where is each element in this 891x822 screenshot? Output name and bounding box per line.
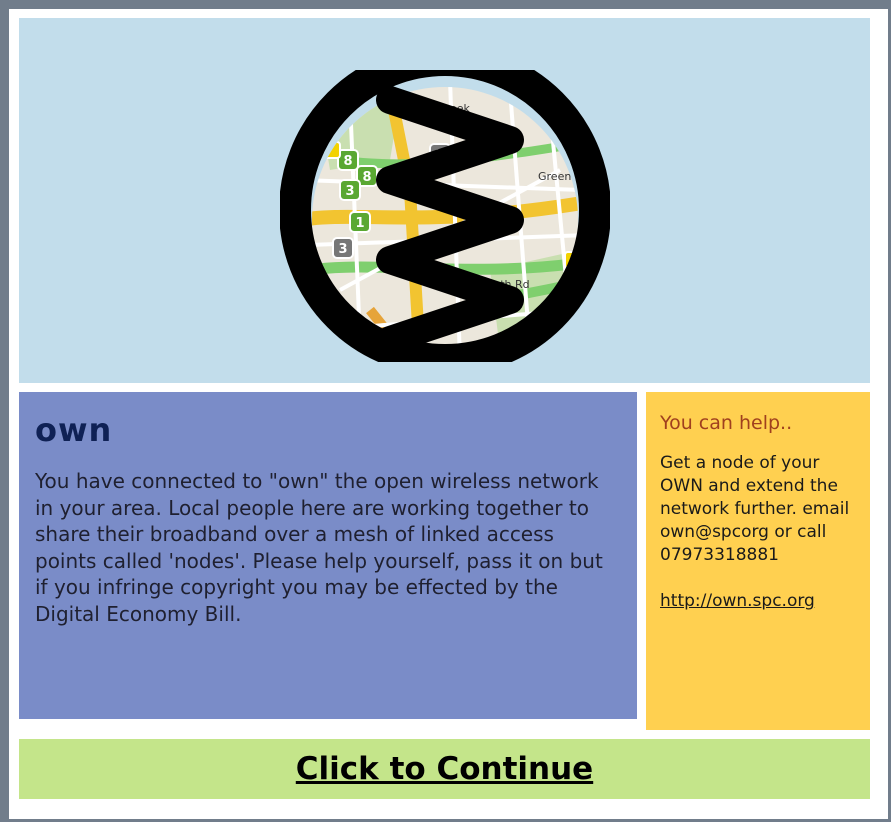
svg-text:3: 3 [338, 242, 347, 257]
svg-text:3: 3 [345, 184, 354, 199]
svg-text:8: 8 [343, 154, 352, 169]
page-title: own [35, 411, 113, 449]
welcome-panel: own You have connected to "own" the open… [19, 392, 637, 719]
map-label: Green [538, 170, 571, 183]
welcome-text: You have connected to "own" the open wir… [35, 469, 603, 626]
help-text: Get a node of your OWN and extend the ne… [660, 453, 850, 565]
svg-text:8: 8 [362, 170, 371, 185]
svg-text:1: 1 [355, 216, 364, 231]
help-heading: You can help.. [660, 412, 793, 434]
own-logo-icon: Creek Green Blackheath Rd 8 8 3 1 3 3 [280, 70, 610, 362]
header-banner: Creek Green Blackheath Rd 8 8 3 1 3 3 [19, 18, 870, 383]
own-website-link[interactable]: http://own.spc.org [660, 590, 856, 613]
help-panel: You can help.. Get a node of your OWN an… [646, 392, 870, 730]
continue-link[interactable]: Click to Continue [296, 751, 593, 787]
continue-bar[interactable]: Click to Continue [19, 739, 870, 799]
